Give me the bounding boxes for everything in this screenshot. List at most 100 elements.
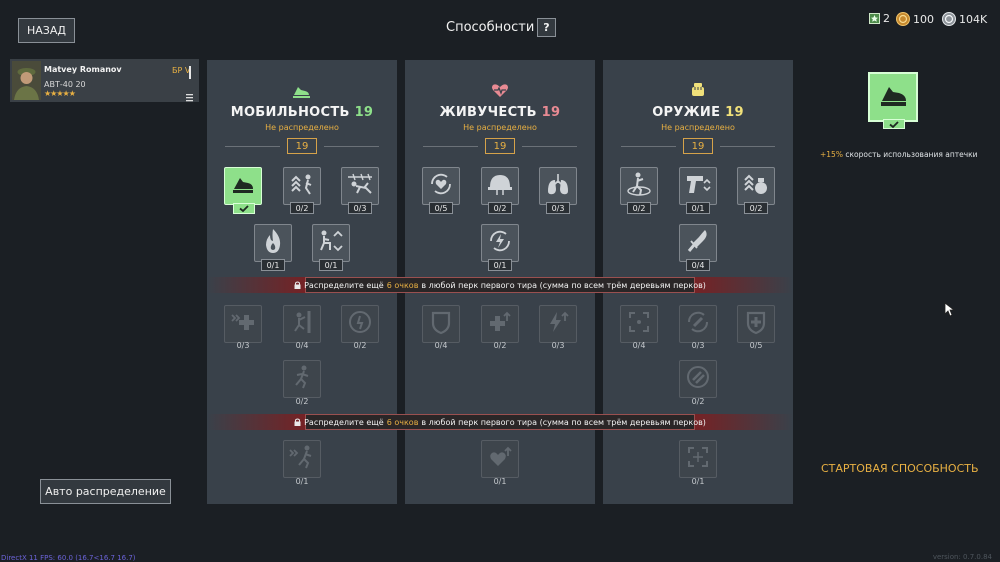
fire-resist-icon [261,227,285,259]
help-button[interactable]: ? [537,18,556,37]
heart-cycle-icon [427,170,455,202]
perk-bonus-text: скорость использования аптечки [845,150,978,159]
fast-run-icon [288,444,316,474]
perk-sprint-heal[interactable] [224,305,262,343]
running-shoe-icon [292,83,310,102]
currency-stars: 2 [869,12,890,25]
perk-crawl[interactable] [341,167,379,205]
perk-health-up[interactable] [481,305,519,343]
perk-jump-arrows[interactable] [283,167,321,205]
perk-crouch-speed[interactable] [312,224,350,262]
vitality-level: 19 [541,105,561,120]
perk-count: 0/4 [686,259,710,271]
vitality-unallocated: Не распределено [463,123,537,132]
perk-run[interactable] [283,360,321,398]
perk-count: 0/2 [493,340,507,350]
auto-distribute-button[interactable]: Авто распределение [40,479,171,504]
soldier-card[interactable]: Matvey Romanov БР V АВТ-40 20 ★★★★★ [10,59,199,102]
shield-icon [429,309,453,339]
perk-shoe-kick[interactable] [224,167,262,205]
perk-lightning-up[interactable] [539,305,577,343]
perk-stamina[interactable] [341,305,379,343]
jump-arrows-icon [289,171,315,201]
perk-lungs[interactable] [539,167,577,205]
perk-count: 0/2 [744,202,768,214]
perk-helmet[interactable] [481,167,519,205]
weapons-title-text: ОРУЖИЕ [652,105,721,120]
stamina-icon [347,309,373,339]
run-icon [290,364,314,394]
perk-shield-plus[interactable] [737,305,775,343]
perk-count: 0/3 [546,202,570,214]
perk-count: 0/2 [627,202,651,214]
banner-points: 6 очков [386,417,419,427]
perk-count: 0/1 [295,476,309,486]
lock-icon [294,418,301,426]
crosshair-icon [626,309,652,339]
gold-coin-icon [896,12,910,26]
ammo-icon [685,364,711,394]
perk-throw[interactable] [620,167,658,205]
climb-icon [289,309,315,339]
crouch-speed-icon [317,228,345,258]
vitality-points: 19 [485,138,515,154]
perk-ammo[interactable] [679,360,717,398]
perk-crosshair[interactable] [620,305,658,343]
check-icon [233,203,255,214]
perk-count: 0/2 [353,340,367,350]
menu-icon[interactable] [186,87,194,106]
mobility-unallocated: Не распределено [265,123,339,132]
tier-warning-text: Распределите ещё 6 очков в любой перк пе… [294,414,706,430]
mouse-cursor-icon [944,302,956,321]
lungs-icon [544,171,572,201]
check-icon [883,119,905,129]
perk-bonus-value: +15% [820,150,843,159]
scroll-handle[interactable] [189,66,191,79]
perk-count: 0/4 [632,340,646,350]
perk-shield[interactable] [422,305,460,343]
perk-heart-up[interactable] [481,440,519,478]
soldier-stars: ★★★★★ [44,89,76,98]
perk-fast-run[interactable] [283,440,321,478]
perk-heart-cycle[interactable] [422,167,460,205]
tier-warning-banner: Распределите ещё 6 очков в любой перк пе… [207,277,793,293]
perk-fire-resist[interactable] [254,224,292,262]
vitality-title: ЖИВУЧЕСТЬ 19 [405,105,595,120]
health-up-icon [487,309,513,339]
perk-count: 0/5 [429,202,453,214]
back-button[interactable]: НАЗАД [18,18,75,43]
energy-cycle-icon [486,227,514,259]
fps-counter: DirectX 11 FPS: 60.0 (16.7<16.7 16.7) [1,554,136,562]
perk-reload-cycle[interactable] [679,305,717,343]
selected-perk-icon-box [868,72,918,122]
perk-count: 0/1 [488,259,512,271]
perk-knife[interactable] [679,224,717,262]
fist-icon [690,82,706,102]
divider [522,146,577,147]
perk-energy-cycle[interactable] [481,224,519,262]
banner-prefix: Распределите ещё [304,280,384,290]
vitality-title-text: ЖИВУЧЕСТЬ [439,105,537,120]
heart-pulse-icon [491,83,509,102]
perk-count: 0/4 [295,340,309,350]
silver-amount: 104K [959,12,988,26]
perk-climb[interactable] [283,305,321,343]
perk-count: 0/1 [493,476,507,486]
divider [720,146,775,147]
heart-up-icon [487,444,513,474]
perk-focus[interactable] [679,440,717,478]
perk-count: 0/1 [261,259,285,271]
perk-count: 0/3 [551,340,565,350]
perk-pistol[interactable] [679,167,717,205]
gold-amount: 100 [913,12,934,26]
perk-grenade[interactable] [737,167,775,205]
banner-suffix: в любой перк первого тира (сумма по всем… [421,280,706,290]
weapons-level: 19 [725,105,744,120]
knife-icon [685,227,711,259]
silver-coin-icon [942,12,956,26]
currency-silver: 104K [942,12,987,26]
perk-count: 0/4 [434,340,448,350]
grenade-icon [742,170,770,202]
shield-plus-icon [744,309,768,339]
shoe-kick-icon [878,82,908,112]
